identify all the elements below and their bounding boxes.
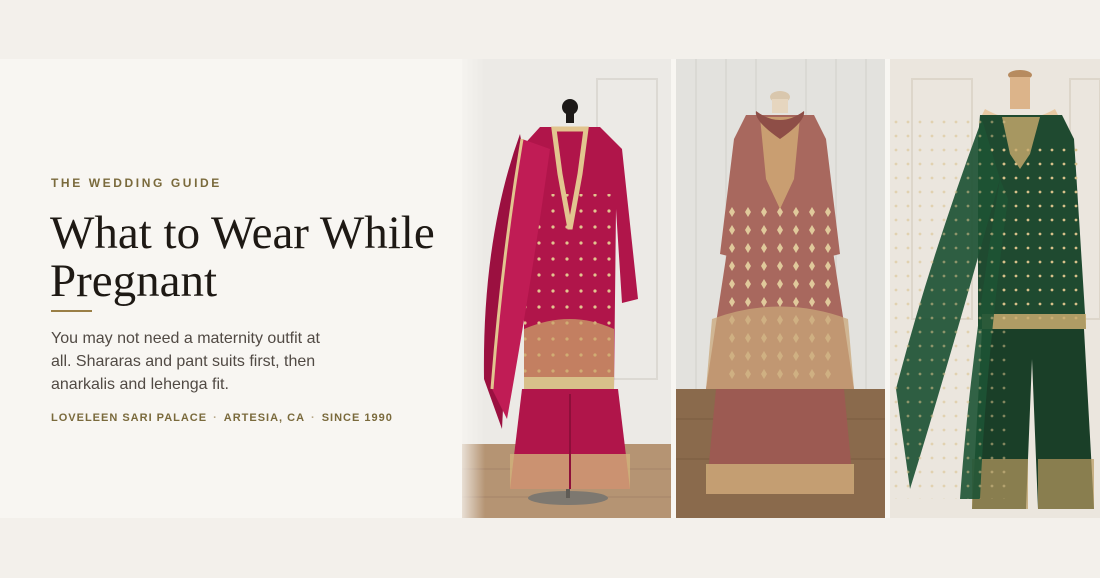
- title-underline: [51, 310, 92, 312]
- meta-separator: ·: [213, 412, 218, 424]
- photo-magenta-sharara: [462, 59, 671, 518]
- hero-banner: THE WEDDING GUIDE What to Wear While Pre…: [0, 59, 1100, 518]
- photo-rose-anarkali: [676, 59, 885, 518]
- store-since: SINCE 1990: [321, 412, 393, 424]
- page-title: What to Wear While Pregnant: [50, 207, 435, 307]
- eyebrow-label: THE WEDDING GUIDE: [51, 176, 222, 190]
- magenta-outfit-illustration: [462, 59, 671, 518]
- store-name: LOVELEEN SARI PALACE: [51, 412, 208, 424]
- green-outfit-illustration: [890, 59, 1100, 518]
- rose-outfit-illustration: [676, 59, 885, 518]
- meta-separator: ·: [311, 412, 316, 424]
- hero-text-panel: THE WEDDING GUIDE What to Wear While Pre…: [0, 59, 470, 518]
- photo-green-palazzo: [890, 59, 1100, 518]
- store-meta: LOVELEEN SARI PALACE · ARTESIA, CA · SINCE 1…: [51, 412, 393, 424]
- hero-description: You may not need a maternity outfit at a…: [51, 330, 320, 393]
- store-location: ARTESIA, CA: [223, 412, 306, 424]
- image-edge-fade: [455, 59, 485, 518]
